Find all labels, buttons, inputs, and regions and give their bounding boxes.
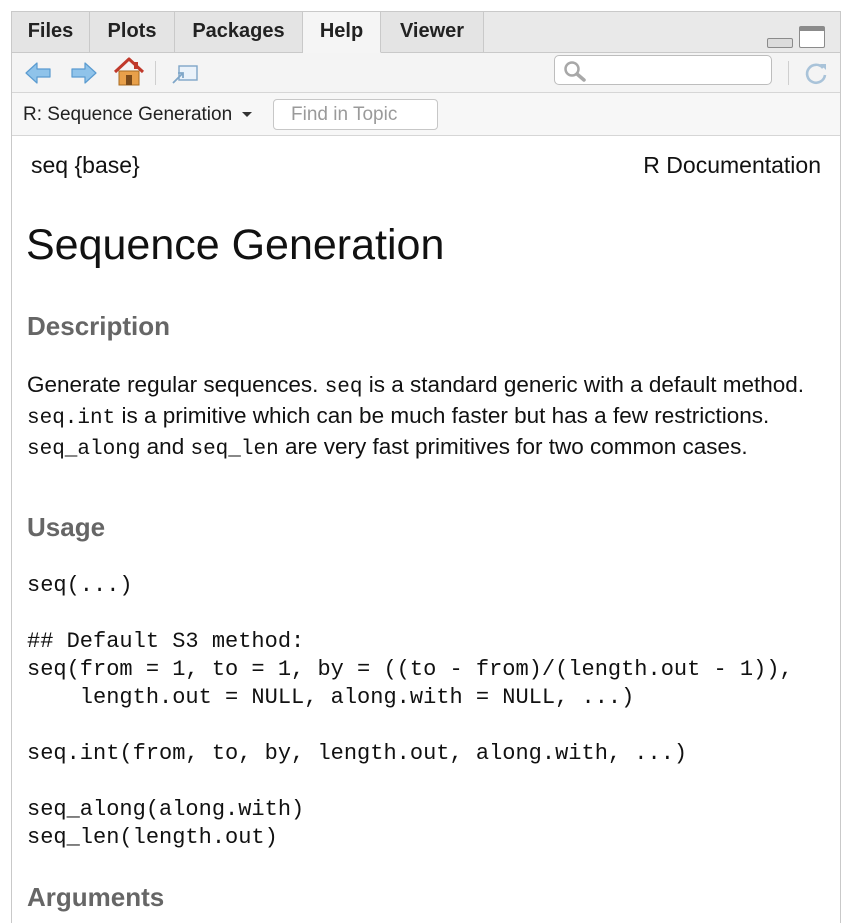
arguments-heading: Arguments (27, 882, 165, 912)
description-text-part: and (140, 434, 191, 459)
help-pane: Files Plots Packages Help Viewer R: Sequ… (11, 11, 841, 923)
description-heading: Description (27, 311, 171, 341)
inline-code: seq (324, 376, 363, 399)
inline-code: seq.int (27, 407, 116, 430)
tab-files[interactable]: Files (12, 12, 90, 52)
tab-packages[interactable]: Packages (175, 12, 303, 52)
toolbar-separator (788, 61, 789, 85)
usage-heading: Usage (27, 512, 106, 542)
tab-plots[interactable]: Plots (90, 12, 175, 52)
doc-source-label: R Documentation (643, 152, 821, 178)
doc-title: Sequence Generation (26, 221, 445, 269)
description-text-part: is a standard generic with a default met… (362, 372, 805, 397)
usage-code-block: seq(...) ## Default S3 method: seq(from … (27, 573, 793, 850)
topic-select[interactable]: R: Sequence Generation (23, 104, 253, 126)
tab-help[interactable]: Help (303, 12, 381, 53)
find-in-topic-input[interactable] (273, 99, 438, 130)
help-search-input[interactable] (589, 58, 769, 84)
help-search-box[interactable] (554, 55, 772, 85)
description-text: Generate regular sequences. seq is a sta… (27, 371, 827, 464)
tab-bar: Files Plots Packages Help Viewer (12, 12, 840, 53)
popout-icon[interactable] (170, 59, 200, 87)
inline-code: seq_len (190, 438, 279, 461)
maximize-pane-button[interactable] (799, 26, 825, 48)
refresh-icon[interactable] (801, 59, 831, 87)
chevron-down-icon (242, 112, 253, 118)
description-text-part: are very fast primitives for two common … (278, 434, 748, 459)
back-arrow-icon[interactable] (23, 59, 53, 87)
description-text-part: Generate regular sequences. (27, 372, 325, 397)
topic-select-label: R: Sequence Generation (23, 104, 233, 125)
help-content: seq {base} R Documentation Sequence Gene… (12, 136, 840, 923)
search-icon (564, 61, 586, 82)
forward-arrow-icon[interactable] (69, 59, 99, 87)
doc-package-label: seq {base} (31, 152, 140, 178)
help-toolbar (12, 53, 840, 93)
inline-code: seq_along (27, 438, 141, 461)
minimize-pane-button[interactable] (767, 38, 793, 48)
tab-viewer[interactable]: Viewer (381, 12, 484, 52)
description-text-part: is a primitive which can be much faster … (115, 403, 770, 428)
home-icon[interactable] (113, 56, 145, 88)
topic-bar: R: Sequence Generation (12, 93, 840, 136)
toolbar-separator (155, 61, 156, 85)
